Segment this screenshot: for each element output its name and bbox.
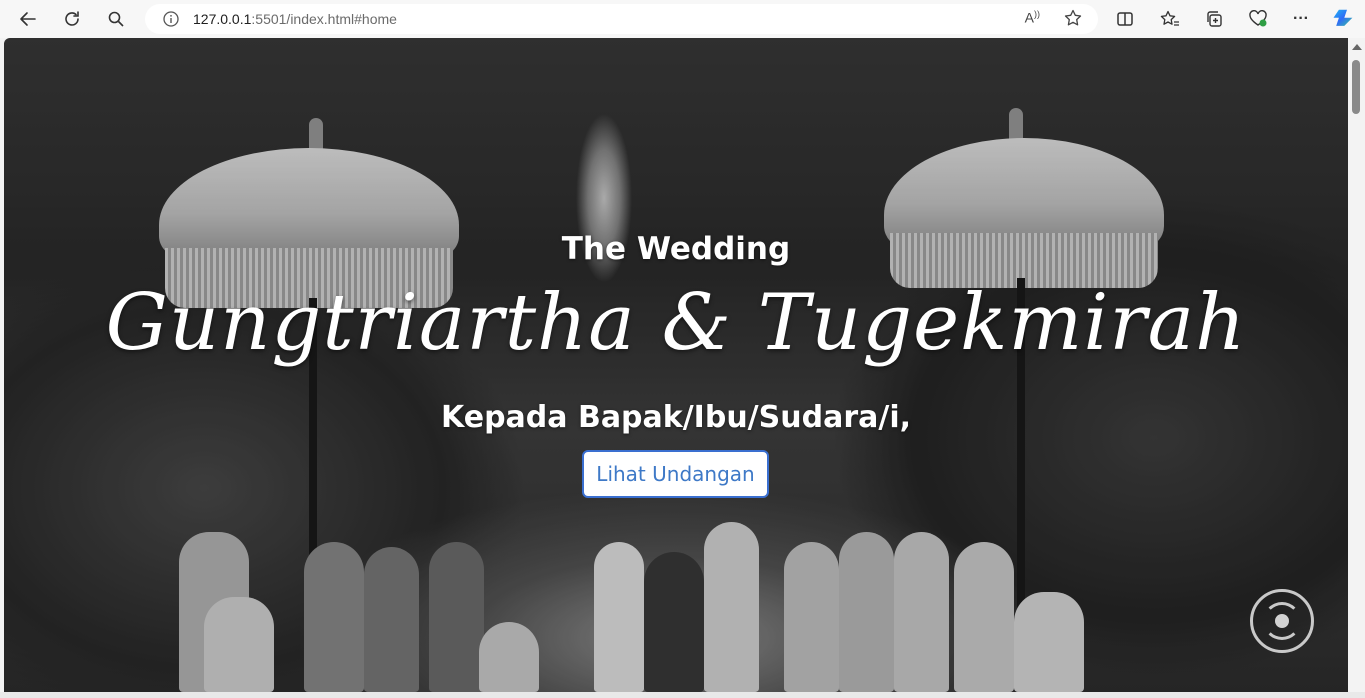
browser-toolbar: 127.0.0.1:5501/index.html#home A)) ··· bbox=[0, 0, 1365, 38]
music-toggle-button[interactable] bbox=[1250, 589, 1314, 653]
view-invitation-button[interactable]: Lihat Undangan bbox=[582, 450, 769, 498]
couple-names: Gungtriartha & Tugekmirah bbox=[105, 278, 1247, 368]
copilot-icon[interactable] bbox=[1330, 5, 1358, 33]
hero-pre-title: The Wedding bbox=[561, 231, 791, 267]
more-label: ··· bbox=[1293, 10, 1309, 27]
search-icon[interactable] bbox=[102, 5, 130, 33]
window-bottom-edge bbox=[0, 692, 1365, 698]
address-bar[interactable]: 127.0.0.1:5501/index.html#home A)) bbox=[145, 4, 1098, 34]
url-text[interactable]: 127.0.0.1:5501/index.html#home bbox=[193, 11, 397, 27]
read-aloud-label: A bbox=[1024, 9, 1034, 26]
info-icon[interactable] bbox=[163, 11, 179, 27]
more-icon[interactable]: ··· bbox=[1287, 5, 1315, 33]
star-icon[interactable] bbox=[1064, 9, 1082, 32]
scrollbar-thumb[interactable] bbox=[1352, 60, 1360, 114]
url-host: 127.0.0.1 bbox=[193, 11, 252, 27]
back-arrow-icon[interactable] bbox=[14, 5, 42, 33]
collections-icon[interactable] bbox=[1200, 5, 1228, 33]
music-disc-icon bbox=[1263, 602, 1301, 640]
hero-content: The Wedding Gungtriartha & Tugekmirah Ke… bbox=[4, 38, 1348, 692]
page-viewport: The Wedding Gungtriartha & Tugekmirah Ke… bbox=[4, 38, 1348, 692]
page-scrollbar[interactable] bbox=[1348, 38, 1365, 692]
split-screen-icon[interactable] bbox=[1111, 5, 1139, 33]
refresh-icon[interactable] bbox=[58, 5, 86, 33]
url-path: :5501/index.html#home bbox=[251, 11, 397, 27]
read-aloud-icon[interactable]: A)) bbox=[1025, 9, 1040, 26]
scroll-up-arrow-icon[interactable] bbox=[1352, 44, 1362, 50]
favorites-icon[interactable] bbox=[1156, 5, 1184, 33]
guest-greeting: Kepada Bapak/Ibu/Sudara/i, bbox=[441, 400, 911, 435]
browser-essentials-icon[interactable] bbox=[1244, 5, 1272, 33]
